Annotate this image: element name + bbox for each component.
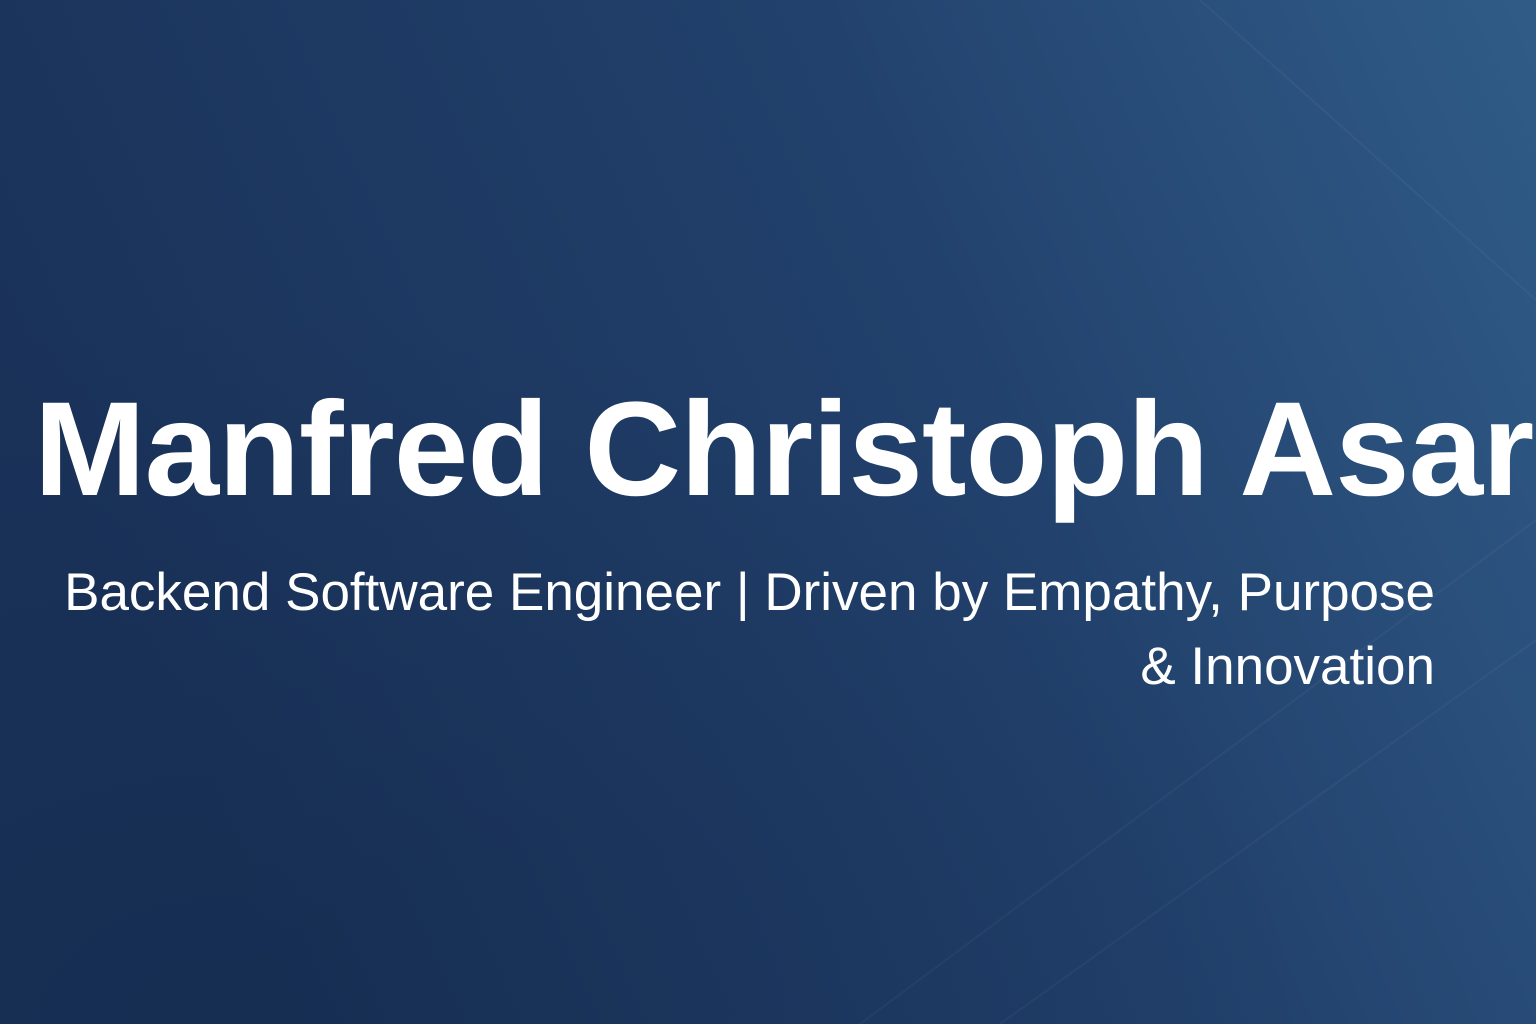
profile-tagline: Backend Software Engineer | Driven by Em… [64, 563, 1435, 696]
profile-name: Manfred Christoph Asare [34, 375, 1536, 524]
profile-banner: Manfred Christoph Asare Backend Software… [0, 0, 1536, 1024]
